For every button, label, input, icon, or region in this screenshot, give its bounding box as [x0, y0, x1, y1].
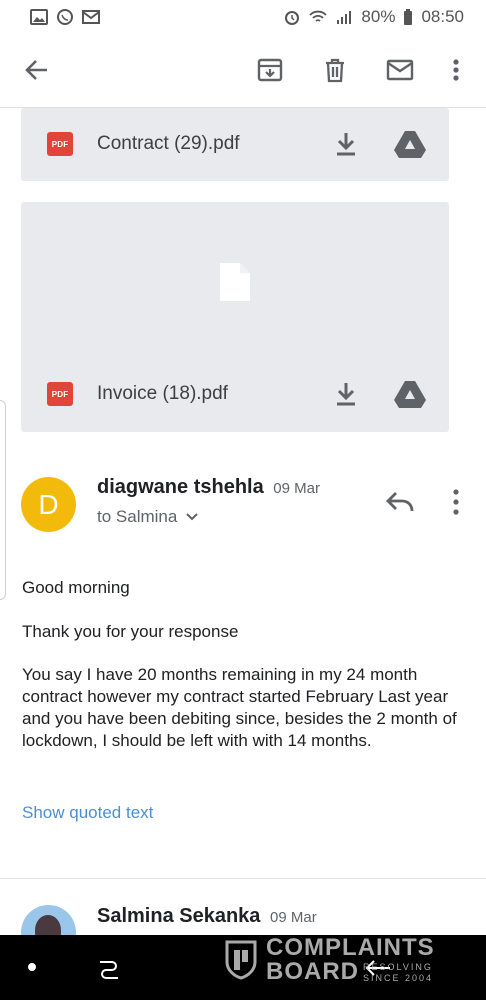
- recipient-toggle[interactable]: to Salmina: [97, 507, 199, 527]
- watermark-line1: COMPLAINTS: [266, 934, 435, 961]
- gmail-icon: [82, 10, 100, 24]
- message-paragraph: You say I have 20 months remaining in my…: [22, 665, 457, 750]
- alarm-icon: [285, 11, 300, 25]
- shield-logo-icon: [225, 940, 257, 980]
- archive-icon: [257, 58, 283, 82]
- attachment-name: Contract (29).pdf: [97, 133, 240, 154]
- attachment-card[interactable]: PDF Invoice (18).pdf: [21, 202, 449, 432]
- message-more-icon[interactable]: [444, 486, 468, 518]
- watermark-line2: BOARD: [266, 958, 359, 985]
- more-vert-icon: [453, 59, 459, 81]
- reply-icon[interactable]: [384, 488, 416, 516]
- battery-percent: 80%: [361, 7, 396, 26]
- wifi-icon: [309, 10, 328, 22]
- pdf-icon: PDF: [47, 132, 73, 156]
- attachment-name: Invoice (18).pdf: [97, 383, 228, 404]
- sender-name: Salmina Sekanka: [97, 905, 261, 927]
- archive-button[interactable]: [252, 52, 288, 88]
- pdf-icon: PDF: [47, 382, 73, 406]
- watermark-tag2: SINCE 2004: [363, 973, 434, 983]
- divider: [0, 878, 486, 879]
- download-icon[interactable]: [331, 379, 361, 409]
- drive-icon[interactable]: [393, 129, 427, 159]
- whatsapp-icon: [57, 9, 73, 25]
- attachment-card[interactable]: PDF Contract (29).pdf: [21, 108, 449, 181]
- message-date: 09 Mar: [270, 909, 317, 926]
- edge-panel-handle[interactable]: [0, 400, 6, 600]
- complaints-board-watermark: COMPLAINTS BOARD RESOLVING SINCE 2004: [224, 935, 435, 985]
- drive-icon[interactable]: [393, 379, 427, 409]
- file-icon: [220, 263, 250, 301]
- top-toolbar: [0, 34, 486, 108]
- attachment-preview: [21, 202, 449, 362]
- download-icon[interactable]: [331, 129, 361, 159]
- sender-name: diagwane tshehla: [97, 476, 264, 498]
- status-bar: 80% 08:50: [0, 0, 486, 34]
- signal-icon: [337, 11, 352, 24]
- clock: 08:50: [421, 7, 464, 26]
- recipient-label: to Salmina: [97, 507, 178, 526]
- nav-dot-icon[interactable]: [28, 963, 36, 971]
- watermark-tag1: RESOLVING: [363, 962, 433, 972]
- message-greeting: Good morning: [22, 578, 130, 597]
- sender-line: Salmina Sekanka 09 Mar: [97, 905, 317, 928]
- delete-button[interactable]: [317, 52, 353, 88]
- gallery-icon: [30, 9, 48, 25]
- sender-line: diagwane tshehla 09 Mar: [97, 476, 320, 499]
- delete-icon: [326, 58, 344, 83]
- battery-icon: [404, 9, 413, 25]
- more-options-button[interactable]: [438, 52, 474, 88]
- message-date: 09 Mar: [273, 480, 320, 497]
- recents-icon[interactable]: [96, 955, 122, 981]
- back-button[interactable]: [19, 52, 55, 88]
- show-quoted-text-link[interactable]: Show quoted text: [22, 803, 153, 823]
- mark-unread-button[interactable]: [382, 52, 418, 88]
- back-arrow-icon: [25, 60, 47, 80]
- sender-avatar[interactable]: D: [21, 477, 76, 532]
- message-thanks: Thank you for your response: [22, 622, 239, 641]
- chevron-down-icon: [186, 513, 199, 521]
- mark-unread-icon: [386, 59, 414, 81]
